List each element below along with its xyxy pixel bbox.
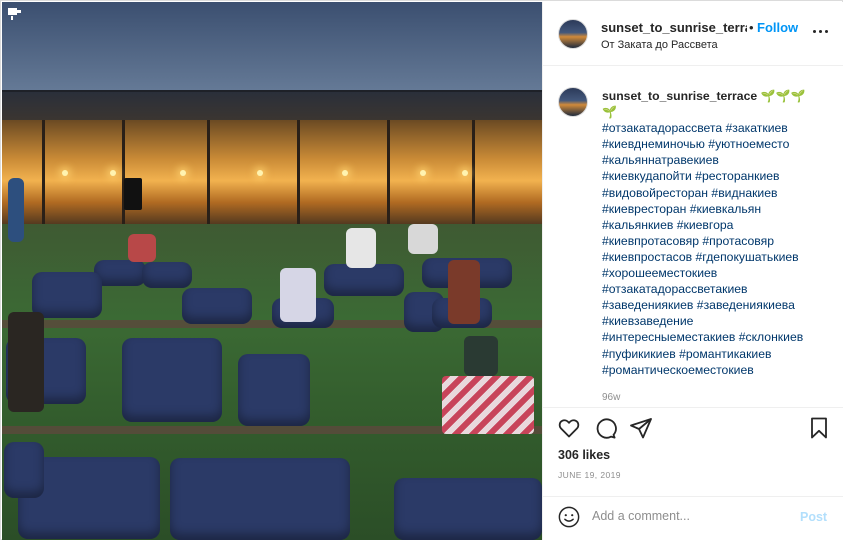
location-link[interactable]: От Заката до Рассвета: [601, 39, 718, 51]
avatar[interactable]: [558, 87, 588, 117]
hashtag-link[interactable]: #хорошееместокиев: [602, 265, 830, 281]
hashtag-link[interactable]: #киевднеминочью #уютноеместо: [602, 136, 830, 152]
hashtag-link[interactable]: #кальяннатравекиев: [602, 152, 830, 168]
hashtag-link[interactable]: #киевкудапойти #ресторанкиев: [602, 168, 830, 184]
person: [464, 336, 498, 376]
pink-blanket: [442, 376, 534, 434]
comment-box: Post: [543, 496, 843, 540]
hashtag-link[interactable]: #пуфикикиев #романтикакиев: [602, 346, 830, 362]
more-horizontal-icon[interactable]: [813, 24, 829, 40]
bean-bag: [324, 264, 404, 296]
post-side-panel: sunset_to_sunrise_terrace • Follow От За…: [542, 2, 843, 540]
separator-dot: •: [749, 20, 754, 35]
camera-icon: [8, 8, 21, 20]
post-header: sunset_to_sunrise_terrace • Follow От За…: [543, 2, 843, 66]
avatar[interactable]: [558, 19, 588, 49]
hashtag-link[interactable]: #интересныеместакиев #склонкиев: [602, 329, 830, 345]
bean-bag: [142, 262, 192, 288]
comment-icon[interactable]: [593, 416, 617, 440]
person: [346, 228, 376, 268]
person: [408, 224, 438, 254]
bean-bag: [170, 458, 350, 540]
hashtag-link[interactable]: #кальянкиев #киевгора: [602, 217, 830, 233]
comment-input[interactable]: [592, 509, 792, 523]
speaker: [124, 178, 142, 210]
likes-count[interactable]: 306 likes: [558, 448, 610, 462]
caption-section: sunset_to_sunrise_terrace 🌱🌱🌱 🌱 #отзакат…: [543, 67, 843, 407]
emoji-smile-icon[interactable]: [558, 506, 580, 528]
hashtag-link[interactable]: #киевпростасов #гдепокушатькиев: [602, 249, 830, 265]
hashtag-link[interactable]: #заведениякиев #заведениякиева: [602, 297, 830, 313]
person: [280, 268, 316, 322]
person: [448, 260, 480, 324]
photo-terrace-hall: [2, 120, 542, 230]
hashtag-link[interactable]: #романтическоеместокиев: [602, 362, 830, 378]
hashtag-link[interactable]: #отзакатадорассвета #закаткиев: [602, 120, 830, 136]
hashtag-link[interactable]: #видовойресторан #виднакиев: [602, 185, 830, 201]
seedling-icon: 🌱: [775, 89, 791, 103]
header-username[interactable]: sunset_to_sunrise_terrace: [601, 20, 747, 35]
seedling-icon: 🌱: [790, 89, 806, 103]
hashtag-link[interactable]: #киевресторан #киевкальян: [602, 201, 830, 217]
person: [8, 178, 24, 242]
action-bar: [543, 407, 843, 449]
bean-bag: [4, 442, 44, 498]
bean-bag: [32, 272, 102, 318]
bean-bag: [122, 338, 222, 422]
hashtag-link[interactable]: #отзакатадорассветакиев: [602, 281, 830, 297]
follow-button[interactable]: Follow: [757, 20, 798, 35]
seedling-icon: 🌱: [760, 89, 776, 103]
share-icon[interactable]: [629, 416, 653, 440]
post-date: JUNE 19, 2019: [558, 470, 621, 480]
heart-icon[interactable]: [557, 416, 581, 440]
bookmark-icon[interactable]: [807, 416, 831, 440]
person: [128, 234, 156, 262]
post-button[interactable]: Post: [800, 510, 827, 524]
post-photo[interactable]: [2, 2, 542, 540]
bean-bag: [182, 288, 252, 324]
post-modal: sunset_to_sunrise_terrace • Follow От За…: [0, 0, 843, 540]
caption-text: sunset_to_sunrise_terrace 🌱🌱🌱 🌱 #отзакат…: [602, 88, 830, 378]
caption-timestamp[interactable]: 96w: [602, 392, 620, 403]
hashtag-link[interactable]: #киевпротасовяр #протасовяр: [602, 233, 830, 249]
bean-bag: [394, 478, 542, 540]
person: [8, 312, 44, 412]
hashtag-link[interactable]: #киевзаведение: [602, 313, 830, 329]
photo-sky: [2, 2, 542, 102]
seedling-icon: 🌱: [602, 105, 617, 120]
caption-username[interactable]: sunset_to_sunrise_terrace: [602, 89, 757, 103]
bean-bag: [238, 354, 310, 426]
